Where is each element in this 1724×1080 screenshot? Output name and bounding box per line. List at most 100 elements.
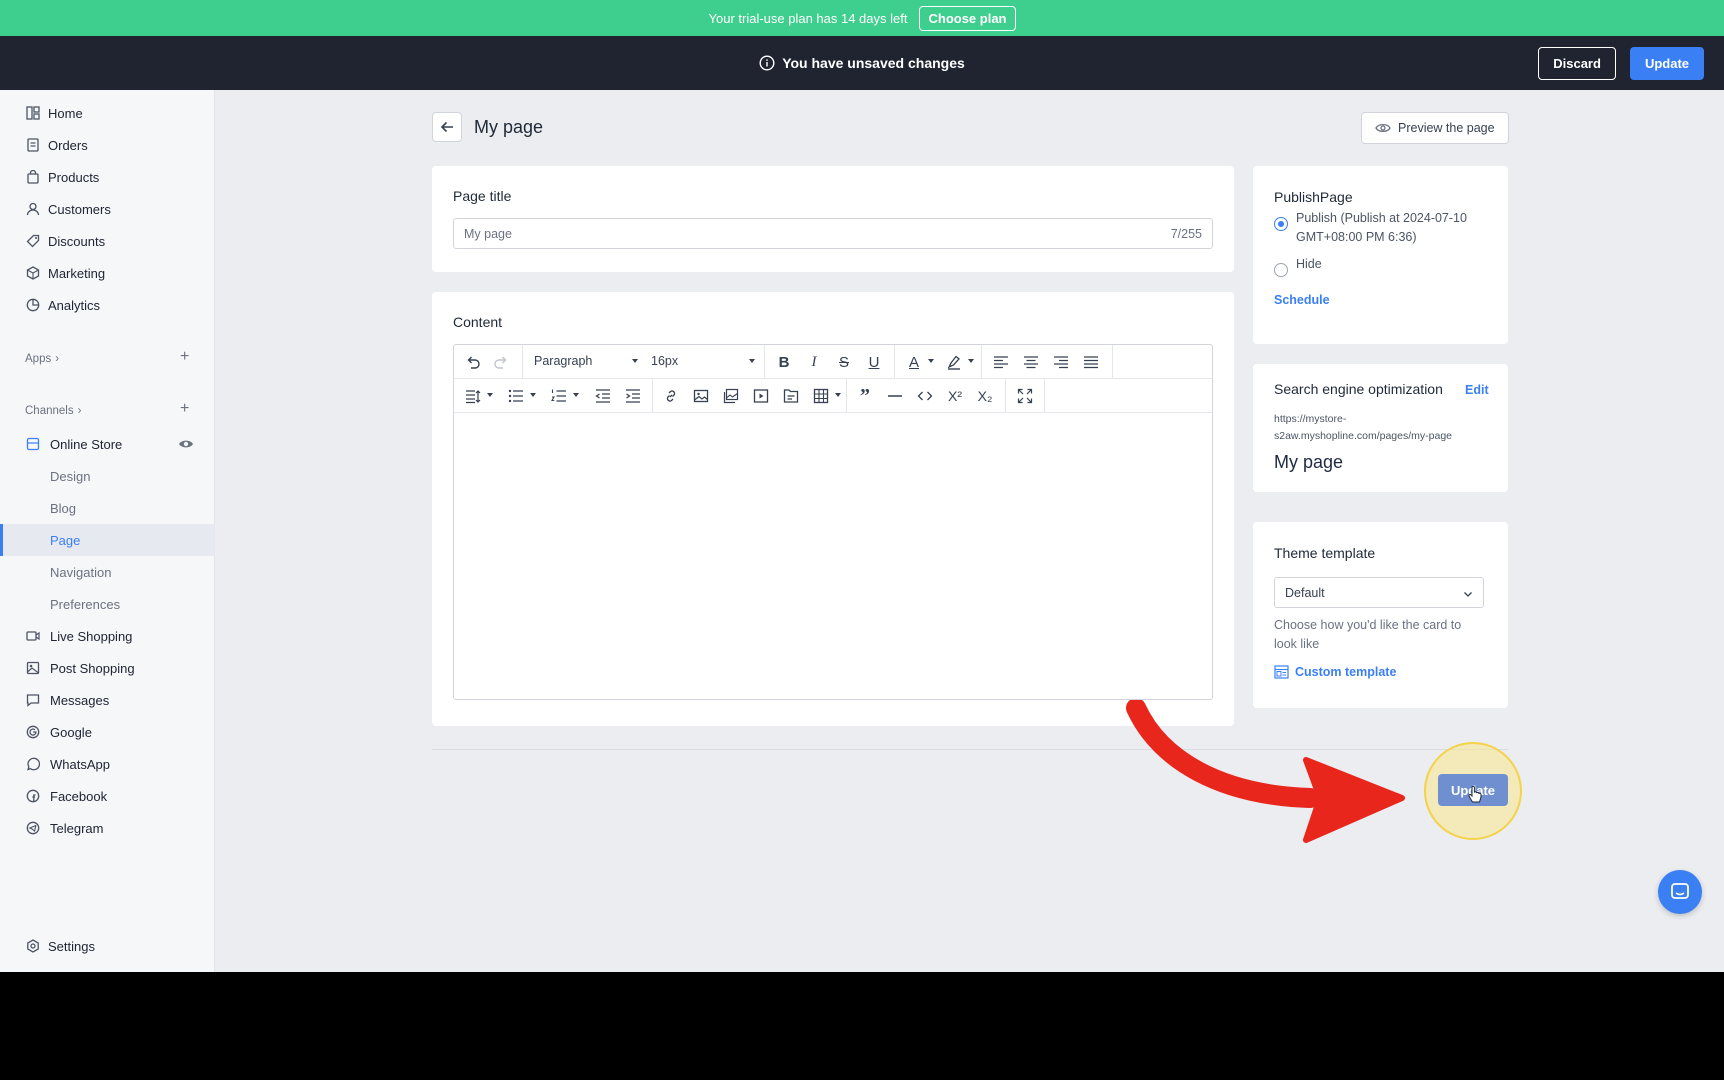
redo-icon[interactable] xyxy=(492,353,510,371)
back-button[interactable] xyxy=(432,112,462,142)
link-icon[interactable] xyxy=(662,387,680,405)
blockquote-icon[interactable]: ” xyxy=(856,385,874,407)
numbered-list-icon[interactable] xyxy=(550,387,568,405)
sidebar-subitem-page[interactable]: Page xyxy=(0,524,215,556)
bullet-list-icon[interactable] xyxy=(507,387,525,405)
chart-icon xyxy=(26,298,40,312)
publish-card-title: PublishPage xyxy=(1274,189,1353,205)
publish-radio[interactable] xyxy=(1274,217,1288,231)
file-attach-icon[interactable] xyxy=(782,387,800,405)
sidebar-item-analytics[interactable]: Analytics xyxy=(0,289,215,321)
sidebar-subitem-design[interactable]: Design xyxy=(0,460,215,492)
chevron-right-icon: › xyxy=(77,405,82,417)
sidebar-item-messages[interactable]: Messages xyxy=(0,684,215,716)
theme-template-card: Theme template Default Choose how you'd … xyxy=(1253,522,1508,708)
table-icon[interactable] xyxy=(812,387,830,405)
sidebar-item-label: Online Store xyxy=(50,437,123,452)
sidebar-item-label: Analytics xyxy=(48,298,101,313)
seo-edit-link[interactable]: Edit xyxy=(1465,383,1489,397)
sidebar-item-facebook[interactable]: Facebook xyxy=(0,780,215,812)
sidebar-item-home[interactable]: Home xyxy=(0,97,215,129)
sidebar-item-label: WhatsApp xyxy=(50,757,110,772)
sidebar-subitem-label: Page xyxy=(50,533,81,548)
editor-content-area[interactable] xyxy=(454,413,1212,699)
seo-url-line2: s2aw.myshopline.com/pages/my-page xyxy=(1274,430,1453,442)
image-icon[interactable] xyxy=(692,387,710,405)
font-size-select[interactable]: 16px xyxy=(651,354,678,368)
sidebar-subitem-blog[interactable]: Blog xyxy=(0,492,215,524)
italic-icon[interactable]: I xyxy=(805,353,823,371)
subscript-icon[interactable]: X₂ xyxy=(976,387,994,405)
sidebar-item-products[interactable]: Products xyxy=(0,161,215,193)
choose-plan-button[interactable]: Choose plan xyxy=(919,5,1016,31)
sidebar-item-whatsapp[interactable]: WhatsApp xyxy=(0,748,215,780)
line-height-icon[interactable] xyxy=(464,387,482,405)
add-channel-icon[interactable]: + xyxy=(180,400,189,418)
sidebar-item-customers[interactable]: Customers xyxy=(0,193,215,225)
block-format-select[interactable]: Paragraph xyxy=(534,354,592,368)
sidebar-item-label: Messages xyxy=(50,693,110,708)
channels-section-header[interactable]: Channels › xyxy=(25,405,81,417)
sidebar-item-post-shopping[interactable]: Post Shopping xyxy=(0,652,215,684)
sidebar-subitem-preferences[interactable]: Preferences xyxy=(0,588,215,620)
discard-button[interactable]: Discard xyxy=(1538,47,1616,80)
telegram-icon xyxy=(26,821,40,835)
outdent-icon[interactable] xyxy=(594,387,612,405)
horizontal-rule-icon[interactable] xyxy=(886,387,904,405)
hide-radio[interactable] xyxy=(1274,263,1288,277)
publish-option-line1: Publish (Publish at 2024-07-10 xyxy=(1296,209,1467,228)
marketing-icon xyxy=(26,266,40,280)
publish-card: PublishPage Publish (Publish at 2024-07-… xyxy=(1253,166,1508,344)
theme-card-title: Theme template xyxy=(1274,545,1376,561)
code-icon[interactable] xyxy=(916,387,934,405)
sidebar-item-settings[interactable]: Settings xyxy=(0,930,215,962)
template-icon xyxy=(1274,665,1289,679)
theme-template-select[interactable]: Default xyxy=(1274,577,1484,608)
text-color-icon[interactable]: A xyxy=(905,353,923,371)
sidebar-item-orders[interactable]: Orders xyxy=(0,129,215,161)
schedule-link[interactable]: Schedule xyxy=(1274,293,1330,307)
custom-template-link[interactable]: Custom template xyxy=(1274,665,1396,679)
fullscreen-icon[interactable] xyxy=(1016,387,1034,405)
preview-page-button[interactable]: Preview the page xyxy=(1361,112,1509,144)
sidebar-subitem-navigation[interactable]: Navigation xyxy=(0,556,215,588)
sidebar-item-label: Facebook xyxy=(50,789,108,804)
eye-icon[interactable] xyxy=(178,437,194,451)
undo-icon[interactable] xyxy=(464,353,482,371)
bold-icon[interactable]: B xyxy=(775,353,793,371)
page-header: My page xyxy=(432,112,543,142)
align-justify-icon[interactable] xyxy=(1082,353,1100,371)
home-icon xyxy=(26,106,40,120)
apps-label: Apps xyxy=(25,353,52,365)
message-icon xyxy=(26,694,40,707)
eye-icon xyxy=(1375,123,1391,133)
sidebar-item-telegram[interactable]: Telegram xyxy=(0,812,215,844)
align-left-icon[interactable] xyxy=(992,353,1010,371)
sidebar-item-live-shopping[interactable]: Live Shopping xyxy=(0,620,215,652)
gallery-icon[interactable] xyxy=(722,387,740,405)
google-icon xyxy=(26,725,40,739)
sidebar-subitem-label: Blog xyxy=(50,501,77,516)
add-app-icon[interactable]: + xyxy=(180,348,189,366)
highlight-icon[interactable] xyxy=(945,353,963,371)
caret-down-icon xyxy=(835,393,841,397)
sidebar-item-marketing[interactable]: Marketing xyxy=(0,257,215,289)
apps-section-header[interactable]: Apps › xyxy=(25,353,59,365)
underline-icon[interactable]: U xyxy=(865,353,883,371)
align-right-icon[interactable] xyxy=(1052,353,1070,371)
chat-support-button[interactable] xyxy=(1658,870,1702,914)
sidebar-item-online-store[interactable]: Online Store xyxy=(0,428,215,460)
sidebar-item-google[interactable]: Google xyxy=(0,716,215,748)
align-center-icon[interactable] xyxy=(1022,353,1040,371)
chevron-down-icon xyxy=(1464,592,1472,597)
seo-card-title: Search engine optimization xyxy=(1274,381,1443,397)
indent-icon[interactable] xyxy=(624,387,642,405)
strikethrough-icon[interactable]: S xyxy=(835,353,853,371)
seo-card: Search engine optimization Edit https://… xyxy=(1253,364,1508,492)
page-title-input[interactable]: My page 7/255 xyxy=(453,218,1213,249)
video-embed-icon[interactable] xyxy=(752,387,770,405)
page-title: My page xyxy=(474,116,544,137)
update-button-top[interactable]: Update xyxy=(1629,47,1704,80)
superscript-icon[interactable]: X² xyxy=(946,387,964,405)
sidebar-item-discounts[interactable]: Discounts xyxy=(0,225,215,257)
